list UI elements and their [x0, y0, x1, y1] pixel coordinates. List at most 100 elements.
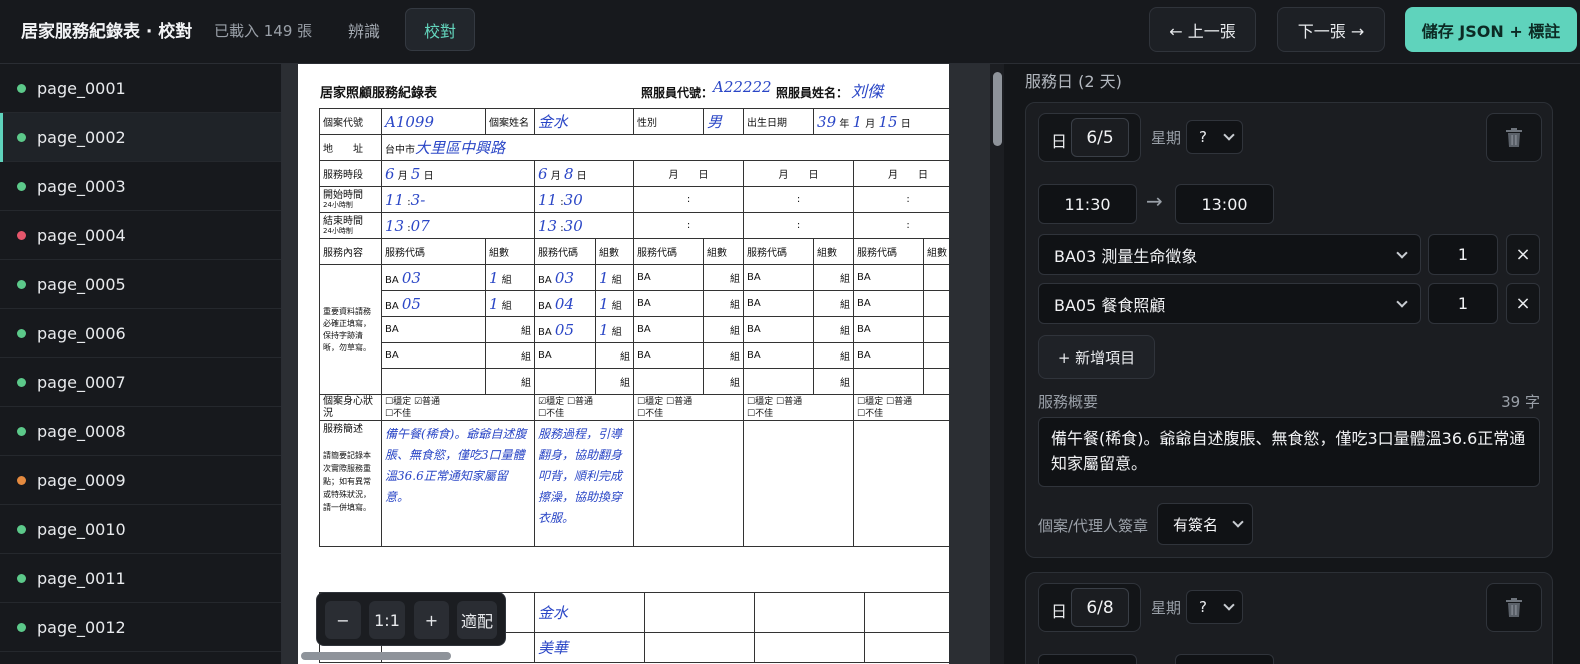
ba-prefix: BA — [534, 342, 597, 369]
sign-name: 金水 — [538, 604, 569, 622]
col2-day: 8 — [563, 164, 574, 183]
weekday-select[interactable]: ? — [1186, 120, 1243, 154]
caregiver-code-label: 照服員代號： — [641, 86, 714, 100]
opt-stable: 穩定 — [393, 396, 412, 407]
weekday-select[interactable]: ? — [1186, 590, 1243, 624]
tab-recognize[interactable]: 辨識 — [336, 8, 392, 51]
end-time-input[interactable]: 13:00 — [1175, 184, 1274, 224]
service-item-select[interactable]: BA05 餐食照顧 — [1038, 283, 1421, 324]
birth-year: 39 — [817, 112, 837, 131]
scanned-form: 居家照顧服務紀錄表 照服員代號： A22222 照服員姓名： 刘傑 個案代號 A… — [298, 64, 949, 664]
col2-count-2: 1 — [599, 294, 609, 313]
group-unit: 組 — [485, 316, 536, 343]
col1-code-1: 03 — [401, 268, 421, 287]
sidebar-item-page_0003[interactable]: page_0003 — [0, 162, 281, 211]
date-field: 日 — [1038, 583, 1141, 632]
group-unit: 組 — [813, 342, 855, 369]
group-unit: 組 — [595, 368, 635, 395]
document-viewer[interactable]: 居家照顧服務紀錄表 照服員代號： A22222 照服員姓名： 刘傑 個案代號 A… — [282, 64, 1000, 664]
ba-prefix: BA — [380, 316, 487, 343]
viewer-scrollbar-track[interactable] — [990, 64, 1004, 664]
address-city: 台中市 — [385, 145, 415, 156]
opt-poor: 不佳 — [645, 408, 664, 419]
viewer-scrollbar-thumb[interactable] — [993, 72, 1002, 146]
zoom-fit-button[interactable]: 適配 — [457, 601, 497, 639]
sidebar-item-page_0002[interactable]: page_0002 — [0, 113, 281, 162]
sidebar-item-page_0009[interactable]: page_0009 — [0, 456, 281, 505]
arrow-right-icon: → — [1146, 189, 1163, 213]
sidebar-item-label: page_0001 — [37, 78, 126, 98]
tab-review[interactable]: 校對 — [405, 8, 475, 51]
ba-prefix: BA — [385, 300, 399, 312]
service-days-header: 服務日 (2 天) — [1025, 72, 1122, 91]
end-time-input[interactable] — [1175, 654, 1274, 664]
next-page-button[interactable]: 下一張 → — [1277, 7, 1385, 52]
zoom-in-button[interactable]: + — [414, 601, 449, 639]
group-unit: 組 — [813, 290, 855, 317]
date-input[interactable] — [1071, 588, 1129, 627]
group-unit: 組 — [703, 316, 745, 343]
start-time-input[interactable] — [1038, 654, 1137, 664]
prev-page-button[interactable]: ← 上一張 — [1149, 7, 1256, 52]
month-unit: 月 — [865, 118, 876, 130]
delete-day-button[interactable] — [1486, 583, 1542, 632]
group-unit: 組 — [501, 274, 512, 286]
save-json-button[interactable]: 儲存 JSON + 標註 — [1405, 7, 1577, 52]
day-unit: 日 — [423, 170, 434, 182]
col1-count-2: 1 — [489, 294, 499, 313]
delete-day-button[interactable] — [1486, 113, 1542, 162]
col2-end-min: 30 — [563, 216, 583, 235]
colon: : — [853, 212, 949, 239]
signature-select[interactable]: 有簽名 — [1157, 503, 1253, 545]
sidebar-item-page_0005[interactable]: page_0005 — [0, 260, 281, 309]
page-list-sidebar: page_0001 page_0002 page_0003 page_0004 page… — [0, 64, 282, 664]
col1-month: 6 — [385, 164, 395, 183]
zoom-reset-button[interactable]: 1:1 — [369, 601, 405, 639]
ba-prefix: BA — [743, 342, 815, 369]
char-count: 39 字 — [1501, 393, 1540, 411]
opt-normal: 普通 — [422, 396, 441, 407]
status-dot-icon — [17, 622, 26, 632]
col1-end-min: 07 — [410, 216, 430, 235]
remove-item-button[interactable]: × — [1506, 234, 1540, 275]
start-time-input[interactable]: 11:30 — [1038, 184, 1137, 224]
zoom-out-button[interactable]: − — [325, 601, 361, 639]
day-card: 日 星期 ? — [1025, 572, 1553, 664]
weekday-value: ? — [1199, 598, 1207, 616]
group-unit: 組 — [611, 326, 622, 338]
sidebar-item-page_0007[interactable]: page_0007 — [0, 358, 281, 407]
weekday-value: ? — [1199, 128, 1207, 146]
viewer-hscroll-thumb[interactable] — [301, 652, 451, 660]
date-field: 日 — [1038, 113, 1141, 162]
sidebar-item-page_0010[interactable]: page_0010 — [0, 505, 281, 554]
chevron-down-icon — [1232, 516, 1244, 528]
quantity-input[interactable]: 1 — [1428, 234, 1498, 275]
month-unit: 月 — [397, 170, 408, 182]
sidebar-item-page_0012[interactable]: page_0012 — [0, 603, 281, 652]
group-unit: 組 — [813, 264, 855, 291]
ba-prefix: BA — [633, 290, 705, 317]
weekday-label: 星期 — [1151, 599, 1182, 617]
group-unit: 組 — [703, 290, 745, 317]
status-dot-icon — [17, 573, 26, 583]
signature-label: 個案/代理人簽章 — [1038, 517, 1149, 535]
day-unit: 日 — [808, 170, 819, 181]
service-item-select[interactable]: BA03 測量生命徵象 — [1038, 234, 1421, 275]
opt-normal: 普通 — [674, 396, 693, 407]
sidebar-item-page_0006[interactable]: page_0006 — [0, 309, 281, 358]
opt-normal: 普通 — [575, 396, 594, 407]
quantity-input[interactable]: 1 — [1428, 283, 1498, 324]
summary-textarea[interactable]: 備午餐(稀食)。爺爺自述腹脹、無食慾，僅吃3口量體溫36.6正常通知家屬留意。 — [1038, 417, 1540, 487]
address-label: 地 址 — [319, 134, 382, 161]
remove-item-button[interactable]: × — [1506, 283, 1540, 324]
form-table: 個案代號 A1099 個案姓名 金水 性別 男 出生日期 39 年 1 月 15… — [319, 108, 949, 547]
top-bar: 居家服務紀錄表 · 校對 已載入 149 張 辨識 校對 ← 上一張 下一張 →… — [0, 0, 1580, 64]
sidebar-item-page_0008[interactable]: page_0008 — [0, 407, 281, 456]
sidebar-item-page_0004[interactable]: page_0004 — [0, 211, 281, 260]
sidebar-item-page_0001[interactable]: page_0001 — [0, 64, 281, 113]
date-input[interactable] — [1071, 118, 1129, 157]
add-item-button[interactable]: + 新增項目 — [1038, 335, 1155, 379]
opt-poor: 不佳 — [393, 408, 412, 419]
group-unit: 組 — [485, 342, 536, 369]
sidebar-item-page_0011[interactable]: page_0011 — [0, 554, 281, 603]
